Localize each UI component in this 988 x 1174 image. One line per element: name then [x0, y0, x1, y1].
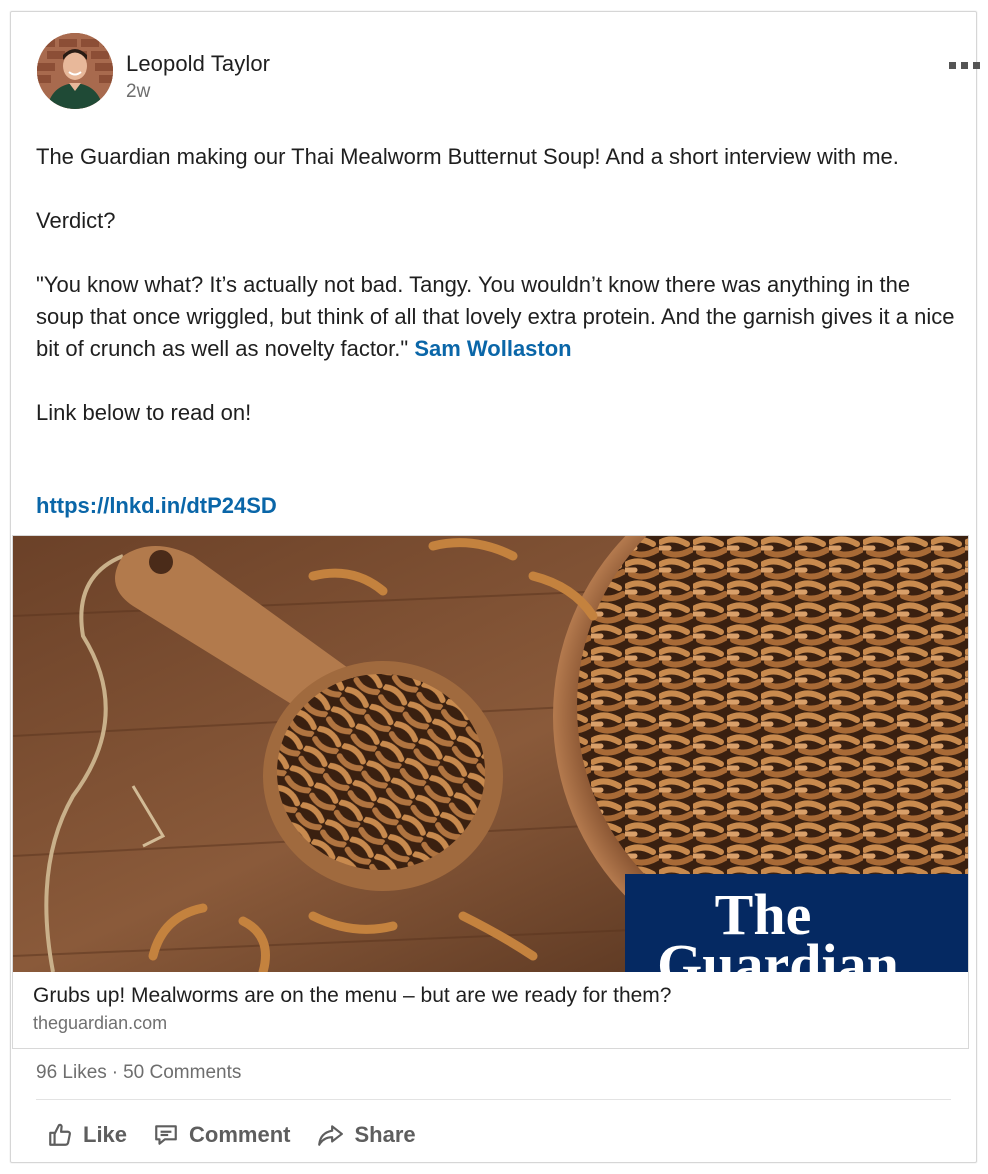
- link-preview-card[interactable]: The Guardian Grubs up! Mealworms are on …: [12, 535, 969, 1049]
- share-button[interactable]: Share: [316, 1122, 416, 1148]
- more-options-button[interactable]: [944, 57, 984, 73]
- counts-separator: ·: [111, 1062, 119, 1083]
- share-label: Share: [354, 1122, 416, 1147]
- avatar-photo: [37, 33, 113, 109]
- social-actions: Like Comment Share: [47, 1117, 416, 1153]
- guardian-logo-line2: Guardian: [657, 932, 899, 972]
- post-header: Leopold Taylor 2w: [37, 33, 980, 109]
- comment-icon: [155, 1125, 177, 1145]
- post-quote: "You know what? It’s actually not bad. T…: [36, 269, 956, 365]
- author-avatar[interactable]: [37, 33, 113, 109]
- like-label: Like: [83, 1122, 128, 1147]
- thumbs-up-icon: [49, 1123, 71, 1146]
- likes-count[interactable]: 96 Likes: [36, 1062, 107, 1083]
- comment-label: Comment: [189, 1122, 291, 1147]
- post-paragraph: The Guardian making our Thai Mealworm Bu…: [36, 144, 899, 169]
- link-preview-domain: theguardian.com: [33, 1013, 168, 1033]
- post-timestamp: 2w: [126, 81, 151, 102]
- post-url-link[interactable]: https://lnkd.in/dtP24SD: [36, 493, 277, 519]
- mealworms-photo: The Guardian: [13, 536, 968, 972]
- link-preview-image[interactable]: The Guardian: [13, 536, 968, 972]
- post-card: Leopold Taylor 2w The Guardian making ou…: [10, 11, 980, 1163]
- share-arrow-icon: [318, 1125, 344, 1146]
- post-paragraph: Link below to read on!: [36, 400, 252, 425]
- social-counts: 96 Likes · 50 Comments: [36, 1062, 241, 1084]
- more-dot-icon: [948, 61, 956, 69]
- actions-divider: [36, 1099, 951, 1100]
- comment-button[interactable]: Comment: [153, 1122, 290, 1148]
- quote-author-mention[interactable]: Sam Wollaston: [414, 336, 571, 361]
- link-preview-title[interactable]: Grubs up! Mealworms are on the menu – bu…: [33, 984, 671, 1008]
- like-button[interactable]: Like: [47, 1122, 127, 1148]
- author-name[interactable]: Leopold Taylor: [126, 51, 270, 77]
- more-dot-icon: [972, 61, 980, 69]
- more-dot-icon: [960, 61, 968, 69]
- post-paragraph: Verdict?: [36, 208, 116, 233]
- post-body: The Guardian making our Thai Mealworm Bu…: [36, 141, 956, 461]
- comments-count[interactable]: 50 Comments: [123, 1062, 241, 1083]
